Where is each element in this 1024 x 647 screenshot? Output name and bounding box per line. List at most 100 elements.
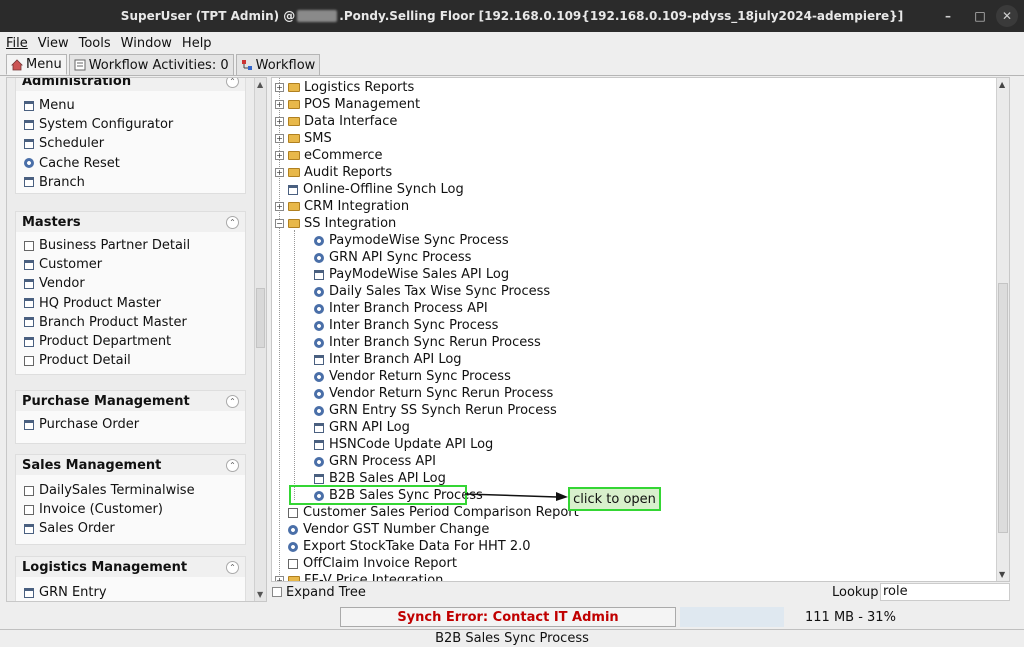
- panel-header[interactable]: Purchase Management ⌃: [16, 391, 245, 411]
- sidebar-item[interactable]: Branch Product Master: [16, 313, 245, 332]
- menu-help[interactable]: Help: [182, 36, 212, 51]
- tree-node-label: eCommerce: [304, 148, 383, 163]
- sidebar-item[interactable]: DailySales Terminalwise: [16, 481, 245, 500]
- expand-icon[interactable]: +: [275, 100, 284, 109]
- sidebar-item[interactable]: HQ Product Master: [16, 294, 245, 313]
- tab-workflow-label: Workflow: [255, 57, 316, 73]
- panel-header[interactable]: Sales Management ⌃: [16, 455, 245, 475]
- lookup-input[interactable]: role: [880, 583, 1010, 601]
- tree-node[interactable]: Export StockTake Data For HHT 2.0: [275, 538, 531, 555]
- tree-node[interactable]: OffClaim Invoice Report: [275, 555, 457, 572]
- tree-node[interactable]: + eCommerce: [275, 147, 383, 164]
- scroll-up-icon[interactable]: ▲: [257, 80, 265, 89]
- item-label: Cache Reset: [39, 155, 120, 171]
- home-icon: [11, 58, 23, 71]
- tree-node[interactable]: PayModeWise Sales API Log: [301, 266, 509, 283]
- scroll-thumb[interactable]: [256, 288, 265, 348]
- sidebar-item[interactable]: Product Department: [16, 332, 245, 351]
- item-label: Scheduler: [39, 136, 105, 152]
- scroll-up-icon[interactable]: ▲: [999, 80, 1005, 89]
- sidebar-item[interactable]: Purchase Order: [16, 415, 245, 434]
- sidebar-item[interactable]: Invoice (Customer): [16, 500, 245, 519]
- scroll-thumb[interactable]: [998, 283, 1008, 533]
- expand-icon[interactable]: +: [275, 202, 284, 211]
- tree-scrollbar[interactable]: ▲ ▼: [996, 78, 1009, 581]
- tree-node[interactable]: Inter Branch API Log: [301, 351, 462, 368]
- menu-file[interactable]: File: [6, 36, 28, 51]
- tree-node[interactable]: Inter Branch Sync Process: [301, 317, 498, 334]
- expand-icon[interactable]: +: [275, 151, 284, 160]
- tree-node[interactable]: GRN Entry SS Synch Rerun Process: [301, 402, 557, 419]
- tree-node-label: Export StockTake Data For HHT 2.0: [303, 539, 531, 554]
- panel-header[interactable]: Administration ⌃: [16, 78, 245, 91]
- sidebar-item[interactable]: Vendor: [16, 274, 245, 293]
- close-button[interactable]: ✕: [996, 5, 1018, 27]
- tree-node[interactable]: GRN API Sync Process: [301, 249, 471, 266]
- tab-strip: Menu Workflow Activities: 0 Workflow: [0, 54, 1024, 76]
- panel-header[interactable]: Logistics Management ⌃: [16, 557, 245, 577]
- tree-node[interactable]: + CRM Integration: [275, 198, 409, 215]
- sidebar-scrollbar[interactable]: ▲ ▼: [254, 78, 266, 601]
- scroll-down-icon[interactable]: ▼: [257, 590, 265, 599]
- expand-icon[interactable]: +: [275, 117, 284, 126]
- sidebar-item[interactable]: Business Partner Detail: [16, 236, 245, 255]
- tree-node[interactable]: + POS Management: [275, 96, 420, 113]
- sidebar-item[interactable]: Product Detail: [16, 351, 245, 370]
- expand-icon[interactable]: +: [275, 134, 284, 143]
- tree-node[interactable]: GRN API Log: [301, 419, 410, 436]
- maximize-button[interactable]: □: [964, 9, 996, 23]
- tree-node[interactable]: + Logistics Reports: [275, 79, 414, 96]
- sidebar-item[interactable]: Menu: [16, 96, 245, 115]
- tree-node-label: PayModeWise Sales API Log: [329, 267, 510, 282]
- window-icon: [314, 473, 324, 484]
- tree-node[interactable]: Customer Sales Period Comparison Report: [275, 504, 579, 521]
- tree-node-label: GRN Process API: [329, 454, 436, 469]
- expand-icon[interactable]: +: [275, 83, 284, 92]
- tree-node[interactable]: Inter Branch Process API: [301, 300, 488, 317]
- collapse-icon[interactable]: ⌃: [226, 560, 239, 574]
- tree-node[interactable]: Vendor Return Sync Rerun Process: [301, 385, 553, 402]
- tree-node[interactable]: + SMS: [275, 130, 332, 147]
- collapse-icon[interactable]: −: [275, 219, 284, 228]
- expand-icon[interactable]: +: [275, 576, 284, 581]
- collapse-icon[interactable]: ⌃: [226, 215, 239, 229]
- tree-node[interactable]: GRN Process API: [301, 453, 436, 470]
- sidebar-item[interactable]: System Configurator: [16, 115, 245, 134]
- menu-view[interactable]: View: [38, 36, 69, 51]
- menu-window[interactable]: Window: [121, 36, 172, 51]
- item-label: DailySales Terminalwise: [39, 483, 195, 499]
- sidebar-item[interactable]: GRN Entry: [16, 583, 245, 601]
- panel-header[interactable]: Masters ⌃: [16, 212, 245, 232]
- expand-tree-checkbox[interactable]: [272, 587, 282, 597]
- tree-node[interactable]: Daily Sales Tax Wise Sync Process: [301, 283, 550, 300]
- tree-node[interactable]: Vendor Return Sync Process: [301, 368, 511, 385]
- tree-node[interactable]: Vendor GST Number Change: [275, 521, 489, 538]
- tree-node[interactable]: PaymodeWise Sync Process: [301, 232, 509, 249]
- tab-workflow[interactable]: Workflow: [235, 54, 321, 75]
- scroll-down-icon[interactable]: ▼: [999, 570, 1005, 579]
- sidebar-item[interactable]: Cache Reset: [16, 154, 245, 173]
- sidebar-item[interactable]: Sales Order: [16, 519, 245, 538]
- collapse-icon[interactable]: ⌃: [226, 394, 239, 408]
- menu-tools[interactable]: Tools: [79, 36, 111, 51]
- tree-node[interactable]: + Audit Reports: [275, 164, 392, 181]
- tree-node[interactable]: Online-Offline Synch Log: [275, 181, 464, 198]
- expand-icon[interactable]: +: [275, 168, 284, 177]
- window-icon: [24, 317, 34, 328]
- tab-activities-label: Workflow Activities: 0: [88, 57, 229, 73]
- tab-menu[interactable]: Menu: [6, 54, 67, 75]
- tree-node[interactable]: + FF-V Price Integration: [275, 572, 443, 581]
- tree-node[interactable]: + Data Interface: [275, 113, 397, 130]
- expand-tree-label[interactable]: Expand Tree: [286, 585, 366, 600]
- sidebar-item[interactable]: Branch: [16, 173, 245, 192]
- minimize-button[interactable]: –: [932, 9, 964, 23]
- tab-workflow-activities[interactable]: Workflow Activities: 0: [68, 54, 234, 75]
- tree-node[interactable]: HSNCode Update API Log: [301, 436, 493, 453]
- tree-node[interactable]: − SS Integration: [275, 215, 396, 232]
- synch-error-button[interactable]: Synch Error: Contact IT Admin: [340, 607, 676, 627]
- tree-node[interactable]: Inter Branch Sync Rerun Process: [301, 334, 541, 351]
- sidebar-item[interactable]: Customer: [16, 255, 245, 274]
- collapse-icon[interactable]: ⌃: [226, 78, 239, 88]
- sidebar-item[interactable]: Scheduler: [16, 134, 245, 153]
- collapse-icon[interactable]: ⌃: [226, 458, 239, 472]
